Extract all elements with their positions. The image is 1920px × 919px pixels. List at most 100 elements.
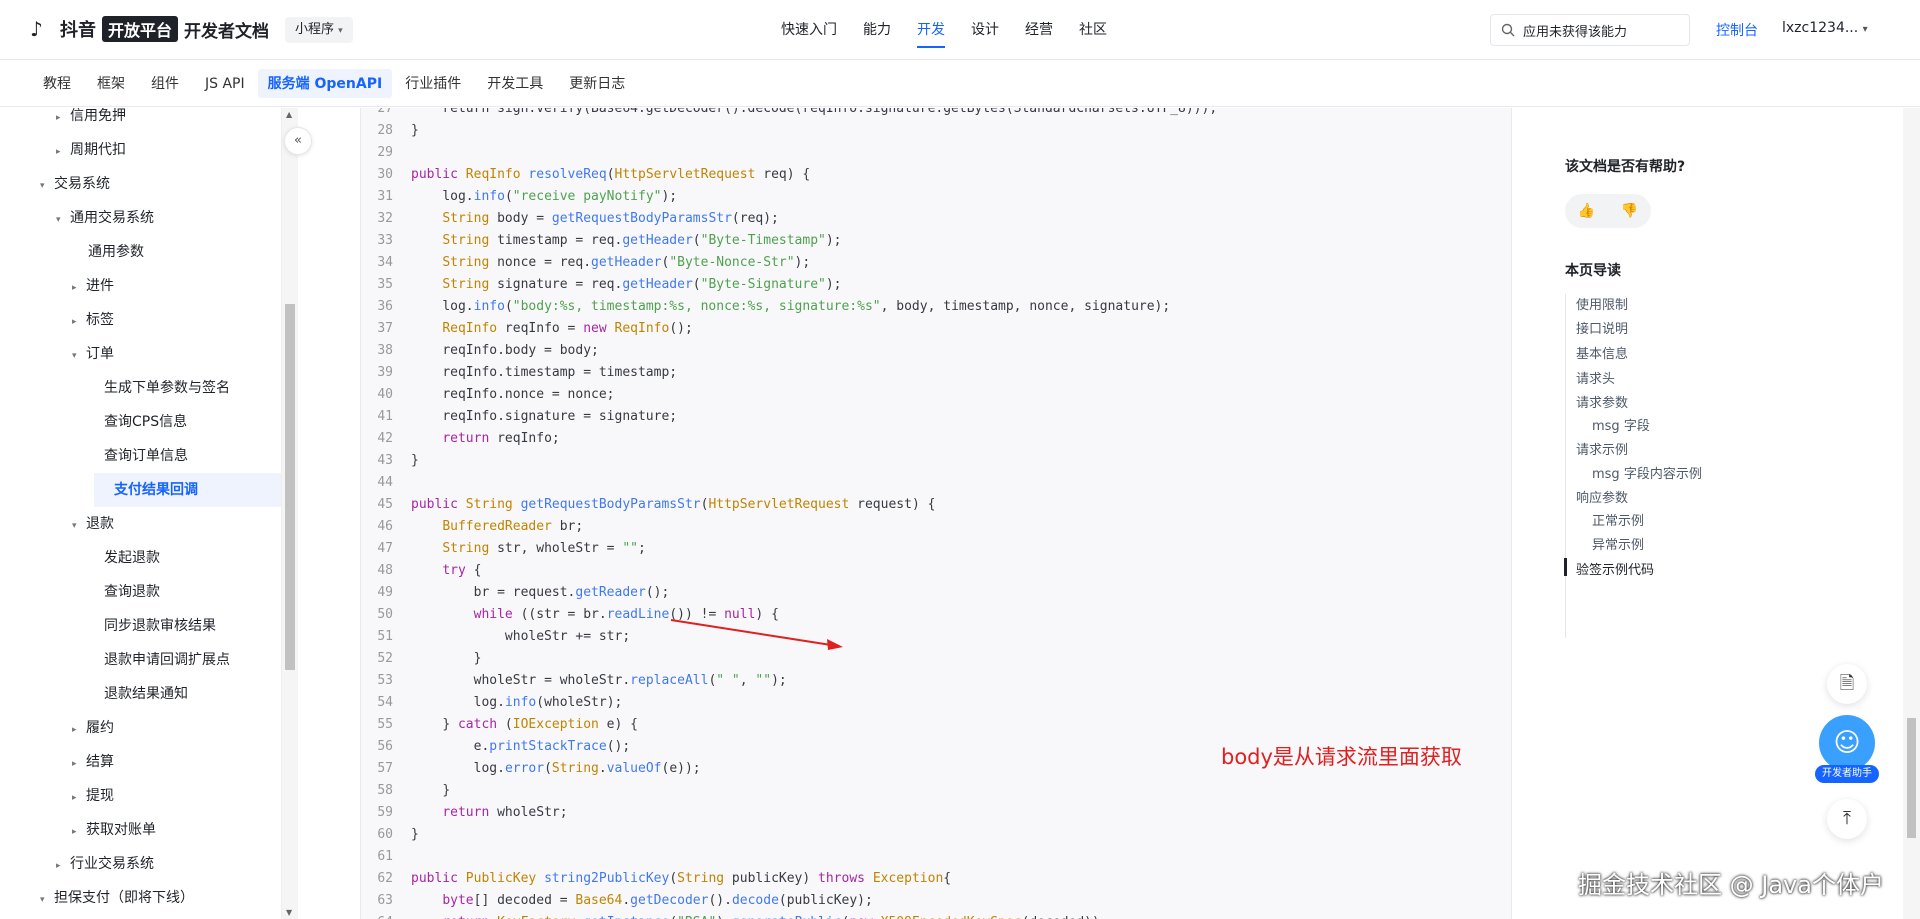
sidebar-item[interactable]: 查询订单信息 [88, 439, 281, 473]
arrow-up-to-line-icon: ⤒ [1843, 808, 1851, 829]
toc-item[interactable]: 请求参数 [1576, 392, 1628, 411]
sidebar-item[interactable]: ▾ 担保支付（即将下线） [40, 881, 260, 915]
sidebar-item[interactable]: ▸ 信用免押 [56, 108, 276, 133]
sidebar-item[interactable]: ▸ 获取对账单 [72, 813, 281, 847]
console-link[interactable]: 控制台 [1716, 20, 1758, 40]
subnav-item[interactable]: 开发工具 [474, 61, 556, 106]
docs-label: 开发者文档 [184, 21, 270, 42]
caret-down-icon: ▾ [72, 351, 77, 361]
sidebar-item[interactable]: ▸ 周期代扣 [56, 133, 276, 167]
sidebar-item-label: 支付结果回调 [114, 482, 198, 498]
toc-item[interactable]: 异常示例 [1592, 534, 1644, 553]
caret-right-icon: ▸ [72, 283, 77, 293]
sidebar-item[interactable]: ▸ 标签 [72, 303, 281, 337]
chevron-down-icon: ▾ [1862, 24, 1868, 35]
user-menu[interactable]: lxzc1234... ▾ [1782, 20, 1868, 36]
sidebar-item-label: 同步退款审核结果 [104, 618, 216, 634]
search-value: 应用未获得该能力 [1523, 24, 1628, 40]
right-panel: 该文档是否有帮助? 👍 👎 本页导读 使用限制 接口说明 基本信息 请求头 请求参数 ms… [1520, 108, 1920, 919]
double-chevron-left-icon: « [294, 133, 302, 148]
caret-right-icon: ▸ [72, 827, 77, 837]
sidebar-item[interactable]: ▾ 通用交易系统 [56, 201, 276, 235]
sidebar-item-label: 发起退款 [104, 550, 160, 566]
thumbs-up-icon[interactable]: 👍 [1578, 203, 1595, 219]
sidebar-item-label: 信用免押 [70, 108, 126, 124]
developer-assistant-button[interactable]: ☺ 开发者助手 [1815, 715, 1879, 785]
nav-item[interactable]: 经营 [1012, 0, 1066, 60]
sidebar-item[interactable]: ▸ 进件 [72, 269, 281, 303]
thumbs-down-icon[interactable]: 👎 [1621, 203, 1638, 219]
sidebar-item[interactable]: ▸ 履约 [72, 711, 281, 745]
toc-item[interactable]: 接口说明 [1576, 318, 1628, 337]
back-to-top-button[interactable]: ⤒ [1827, 799, 1867, 839]
caret-right-icon: ▸ [72, 725, 77, 735]
toc-item[interactable]: 使用限制 [1576, 294, 1628, 313]
caret-right-icon: ▸ [72, 317, 77, 327]
chevron-down-icon: ▾ [338, 26, 343, 36]
toc-item[interactable]: 正常示例 [1592, 510, 1644, 529]
feedback-button[interactable]: 🗎 [1827, 664, 1867, 704]
sidebar-scrollbar[interactable]: ▲ ▼ [282, 108, 298, 919]
toc: 使用限制接口说明基本信息请求头请求参数 msg 字段请求示例 msg 字段内容示例响… [1564, 294, 1702, 638]
subnav-item[interactable]: 组件 [138, 61, 192, 106]
user-name: lxzc1234... [1782, 20, 1859, 36]
subnav-item[interactable]: 服务端 OpenAPI [257, 69, 393, 98]
toc-item[interactable]: 请求头 [1576, 368, 1615, 387]
brand-tag: 开放平台 [102, 16, 179, 42]
sidebar-item[interactable]: 支付结果回调 [94, 473, 281, 507]
nav-item[interactable]: 社区 [1066, 0, 1120, 60]
sidebar-item[interactable]: ▾ 订单 [72, 337, 281, 371]
subnav-item[interactable]: 教程 [30, 61, 84, 106]
app-type-select[interactable]: 小程序 ▾ [285, 17, 353, 43]
nav-item[interactable]: 快速入门 [768, 0, 850, 60]
nav-item[interactable]: 开发 [904, 0, 958, 60]
nav-item[interactable]: 能力 [850, 0, 904, 60]
toc-item[interactable]: msg 字段内容示例 [1592, 463, 1702, 482]
logo[interactable]: ♪ 抖音 开放平台 开发者文档 [30, 16, 269, 42]
sidebar-item[interactable]: ▾ 交易系统 [40, 167, 260, 201]
subnav-item[interactable]: 更新日志 [556, 61, 638, 106]
scroll-up-icon[interactable]: ▲ [286, 110, 292, 119]
main-nav: 快速入门 能力 开发 设计 经营 社区 [768, 0, 1120, 60]
vote-group: 👍 👎 [1565, 194, 1651, 228]
toc-item[interactable]: msg 字段 [1592, 415, 1650, 434]
douyin-logo-icon: ♪ [30, 17, 43, 41]
page-scrollbar[interactable] [1903, 108, 1920, 919]
sidebar-item[interactable]: 通用参数 [72, 235, 281, 269]
toc-active-marker [1564, 558, 1567, 576]
page-scroll-thumb[interactable] [1907, 718, 1916, 838]
assistant-label: 开发者助手 [1815, 765, 1879, 783]
caret-down-icon: ▾ [72, 521, 77, 531]
sidebar-item[interactable]: 生成下单参数与签名 [88, 371, 281, 405]
scroll-down-icon[interactable]: ▼ [286, 908, 292, 917]
nav-item[interactable]: 设计 [958, 0, 1012, 60]
sidebar-item[interactable]: ▸ 结算 [72, 745, 281, 779]
toc-item[interactable]: 基本信息 [1576, 343, 1628, 362]
sidebar-item-label: 查询订单信息 [104, 448, 188, 464]
annotation-arrow [670, 619, 843, 650]
toc-item[interactable]: 请求示例 [1576, 439, 1628, 458]
sidebar-item[interactable]: 退款结果通知 [88, 677, 281, 711]
sidebar-item[interactable]: ▾ 退款 [72, 507, 281, 541]
sidebar-item[interactable]: 发起退款 [88, 541, 281, 575]
subnav-item[interactable]: JS API [192, 61, 258, 106]
sidebar-item[interactable]: ▸ 行业交易系统 [56, 847, 276, 881]
toc-title: 本页导读 [1565, 263, 1621, 279]
subnav-item[interactable]: 框架 [84, 61, 138, 106]
sidebar-item[interactable]: 同步退款审核结果 [88, 609, 281, 643]
sidebar-item[interactable]: 查询CPS信息 [88, 405, 281, 439]
search-input[interactable]: 应用未获得该能力 [1490, 14, 1690, 46]
sidebar-item[interactable]: 查询退款 [88, 575, 281, 609]
sidebar-item-label: 退款结果通知 [104, 686, 188, 702]
subnav-item[interactable]: 行业插件 [392, 61, 474, 106]
sidebar-item[interactable]: 退款申请回调扩展点 [88, 643, 281, 677]
caret-right-icon: ▸ [72, 793, 77, 803]
collapse-sidebar-button[interactable]: « [284, 127, 312, 155]
sidebar-scroll-thumb[interactable] [285, 304, 295, 670]
robot-icon: ☺ [1819, 715, 1875, 771]
caret-right-icon: ▸ [56, 861, 61, 871]
sidebar-item[interactable]: ▸ 提现 [72, 779, 281, 813]
toc-item[interactable]: 验签示例代码 [1576, 559, 1654, 578]
sidebar-item-label: 周期代扣 [70, 142, 126, 158]
toc-item[interactable]: 响应参数 [1576, 487, 1628, 506]
